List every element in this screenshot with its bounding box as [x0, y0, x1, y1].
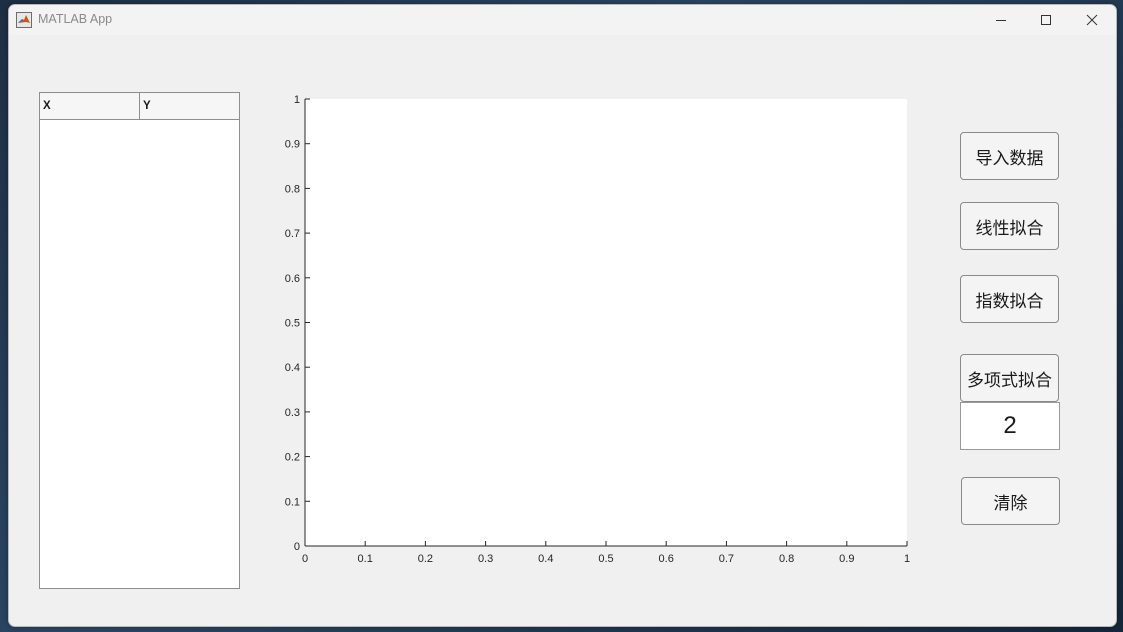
app-window: MATLAB App X Y 0 0.1 0.2 0.3 0.4 0.5 0.6 0.7 0.8…	[8, 4, 1117, 627]
y-tick-label: 1	[294, 94, 300, 106]
x-tick-label: 0.6	[659, 553, 674, 565]
import-data-button[interactable]: 导入数据	[960, 132, 1059, 180]
x-tick-label: 0	[302, 553, 308, 565]
clear-button[interactable]: 清除	[961, 477, 1060, 525]
x-tick-label: 0.3	[478, 553, 493, 565]
x-tick-label: 0.8	[779, 553, 794, 565]
plot-axes[interactable]: 0 0.1 0.2 0.3 0.4 0.5 0.6 0.7 0.8 0.9 1 0 0.1 0.2 0.3 0…	[9, 5, 1116, 626]
x-tick-label: 0.5	[598, 553, 613, 565]
polynomial-degree-field[interactable]: 2	[960, 402, 1060, 450]
y-tick-label: 0.9	[285, 139, 300, 151]
y-tick-label: 0.6	[285, 273, 300, 285]
y-tick-label: 0	[294, 541, 300, 553]
y-tick-label: 0.8	[285, 183, 300, 195]
x-tick-label: 0.7	[719, 553, 734, 565]
linear-fit-button[interactable]: 线性拟合	[960, 202, 1059, 250]
x-tick-label: 1	[904, 553, 910, 565]
polynomial-fit-button[interactable]: 多项式拟合	[960, 354, 1059, 402]
y-tick-label: 0.2	[285, 452, 300, 464]
plot-area	[305, 99, 907, 546]
x-tick-label: 0.1	[358, 553, 373, 565]
y-tick-label: 0.3	[285, 407, 300, 419]
x-tick-label: 0.9	[839, 553, 854, 565]
exponential-fit-button[interactable]: 指数拟合	[960, 275, 1059, 323]
x-tick-label: 0.2	[418, 553, 433, 565]
y-tick-label: 0.5	[285, 318, 300, 330]
y-tick-label: 0.4	[285, 362, 300, 374]
x-tick-label: 0.4	[538, 553, 553, 565]
y-tick-label: 0.1	[285, 496, 300, 508]
y-tick-label: 0.7	[285, 228, 300, 240]
